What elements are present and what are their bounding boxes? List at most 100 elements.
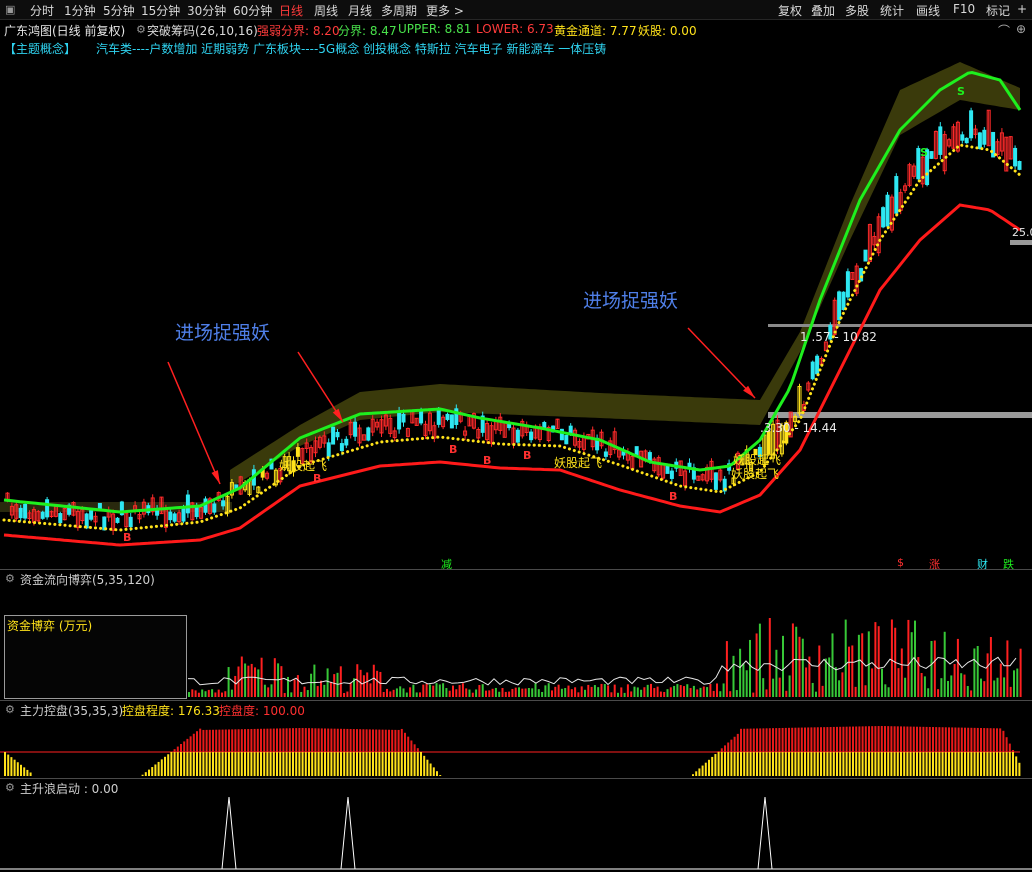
flow-bar <box>943 631 946 697</box>
annotation-arrow <box>687 327 756 399</box>
candle <box>18 507 23 519</box>
sell-marker: S <box>920 146 928 159</box>
control-bar-yellow <box>298 752 301 776</box>
control-bar-yellow <box>1005 752 1008 776</box>
control-bar-red <box>244 729 246 752</box>
control-bar-red <box>743 728 746 752</box>
control-bar-yellow <box>215 752 218 776</box>
control-bar-yellow <box>240 752 243 776</box>
control-settings-icon[interactable]: ⚙ <box>5 703 15 716</box>
flow-bar <box>861 633 864 697</box>
control-bar-yellow <box>919 752 922 776</box>
wave-chart <box>0 796 1032 870</box>
control-bar-yellow <box>861 752 864 776</box>
control-bar-red <box>976 727 979 752</box>
control-bar-red <box>788 727 790 752</box>
control-bar-yellow <box>202 752 205 776</box>
flow-bar <box>376 670 379 697</box>
capital-panel-title[interactable]: 资金流向博弈(5,35,120) <box>20 571 155 588</box>
control-bar-red <box>308 728 310 752</box>
yao-label-4: 妖股起飞 <box>731 467 780 481</box>
control-bar-yellow <box>16 762 19 776</box>
control-bar-red <box>941 727 944 752</box>
control-bar-red <box>804 727 806 752</box>
flow-bar <box>584 689 586 697</box>
price-range-label-a: 1 .57 - 10.82 <box>800 330 877 344</box>
control-bar-red <box>756 728 758 752</box>
control-bar-red <box>932 727 934 752</box>
control-panel-title[interactable]: 主力控盘(35,35,3) <box>20 702 123 719</box>
control-bar-yellow <box>317 752 320 776</box>
control-bar-red <box>356 729 358 752</box>
control-bar-red <box>384 729 387 752</box>
flow-bar <box>831 633 834 697</box>
flow-bar <box>857 634 860 697</box>
flow-bar <box>191 689 194 697</box>
flow-bar <box>821 685 824 697</box>
control-bar-yellow <box>880 752 883 776</box>
control-bar-red <box>237 729 240 752</box>
control-bar-yellow <box>231 752 234 776</box>
control-bar-yellow <box>884 752 886 776</box>
flow-bar <box>749 639 751 697</box>
control-bar-yellow <box>4 752 6 776</box>
control-bar-yellow <box>708 759 710 776</box>
control-bar-red <box>378 729 381 752</box>
golden-channel-band <box>230 62 1020 488</box>
wave-panel-title[interactable]: 主升浪启动 : 0.00 <box>20 780 118 797</box>
control-bar-yellow <box>704 762 707 776</box>
control-bar-yellow <box>765 752 768 776</box>
control-bar-red <box>365 729 368 752</box>
wave-settings-icon[interactable]: ⚙ <box>5 781 15 794</box>
flow-bar <box>653 688 656 697</box>
control-bar-red <box>388 729 390 752</box>
flow-bar <box>702 686 705 697</box>
control-bar-red <box>1008 743 1011 752</box>
control-bar-yellow <box>356 752 358 776</box>
control-bar-red <box>333 728 336 752</box>
control-bar-red <box>960 727 963 752</box>
control-bar-red <box>836 726 838 752</box>
control-bar-red <box>1005 737 1008 752</box>
flow-bar <box>923 676 926 697</box>
flow-bar <box>475 689 478 697</box>
flow-bar <box>930 640 933 697</box>
flow-bar <box>960 673 963 697</box>
control-bar-yellow <box>890 752 893 776</box>
control-bar-yellow <box>925 752 928 776</box>
control-bar-red <box>890 726 893 752</box>
control-bar-red <box>192 733 195 752</box>
flow-bar <box>927 688 930 697</box>
flow-bar <box>838 680 841 697</box>
control-bar-yellow <box>20 764 22 776</box>
control-bar-red <box>183 741 186 752</box>
capital-settings-icon[interactable]: ⚙ <box>5 572 15 585</box>
control-bar-red <box>215 729 218 752</box>
control-bar-red <box>352 729 355 752</box>
control-bar-red <box>880 726 883 752</box>
control-bar-red <box>394 729 397 752</box>
flow-bar <box>828 657 831 697</box>
control-bar-red <box>324 728 326 752</box>
candle <box>568 425 573 434</box>
control-bar-red <box>772 728 774 752</box>
candle <box>881 207 886 228</box>
control-bar-yellow <box>954 752 957 776</box>
flow-bar <box>574 687 577 697</box>
price-range-label-c: 25.0 <box>1012 226 1032 239</box>
flow-bar <box>455 689 458 697</box>
control-bar-yellow <box>826 752 829 776</box>
control-bar-red <box>816 727 819 752</box>
flow-bar <box>554 686 557 697</box>
candle <box>344 438 349 446</box>
flow-bar <box>488 690 491 697</box>
flow-bar <box>650 683 652 697</box>
buy-marker: B <box>123 531 132 544</box>
control-bar-yellow <box>429 763 432 776</box>
control-bar-yellow <box>980 752 982 776</box>
control-bar-yellow <box>868 752 870 776</box>
flow-bar <box>326 668 329 697</box>
control-bar-red <box>260 728 262 752</box>
control-bar-yellow <box>903 752 906 776</box>
control-bar-yellow <box>388 752 390 776</box>
